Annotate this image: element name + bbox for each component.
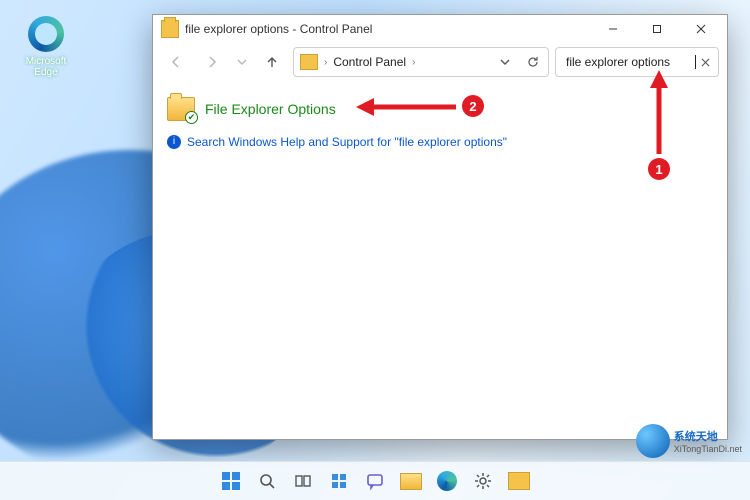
widgets-icon [330,472,348,490]
chat-icon [366,472,384,490]
close-button[interactable] [679,15,723,43]
search-icon [258,472,276,490]
desktop-shortcut-label: Microsoft Edge [16,56,76,78]
close-icon [701,58,710,67]
gear-icon [474,472,492,490]
chevron-right-icon[interactable]: › [324,57,327,68]
titlebar[interactable]: file explorer options - Control Panel [153,15,727,43]
address-bar[interactable]: › Control Panel › [293,47,549,77]
control-panel-taskbar-button[interactable] [505,467,533,495]
taskbar-search-button[interactable] [253,467,281,495]
folder-options-icon [167,97,195,121]
start-button[interactable] [217,467,245,495]
up-button[interactable] [257,48,287,76]
navigation-row: › Control Panel › [153,43,727,85]
search-result-item[interactable]: File Explorer Options [167,97,713,121]
refresh-button[interactable] [522,51,544,73]
address-dropdown-button[interactable] [494,51,516,73]
chevron-down-icon [237,57,247,67]
maximize-button[interactable] [635,15,679,43]
search-box[interactable] [555,47,719,77]
forward-arrow-icon [205,55,219,69]
task-view-button[interactable] [289,467,317,495]
edge-taskbar-button[interactable] [433,467,461,495]
edge-icon [437,471,457,491]
control-panel-icon [300,54,318,70]
chevron-down-icon [500,57,510,67]
search-input[interactable] [564,54,695,70]
taskbar[interactable] [0,461,750,500]
desktop: Microsoft Edge file explorer options - C… [0,0,750,500]
breadcrumb-segment[interactable]: Control Panel [333,55,406,69]
chat-button[interactable] [361,467,389,495]
control-panel-window: file explorer options - Control Panel [152,14,728,440]
control-panel-icon [161,20,179,38]
search-help-link[interactable]: i Search Windows Help and Support for "f… [167,135,713,149]
minimize-icon [608,24,618,34]
widgets-button[interactable] [325,467,353,495]
watermark: 系统天地 XiTongTianDi.net [636,424,742,458]
forward-button[interactable] [197,48,227,76]
results-pane: File Explorer Options i Search Windows H… [153,85,727,161]
edge-icon [28,16,64,52]
close-icon [696,24,706,34]
info-icon: i [167,135,181,149]
back-arrow-icon [169,55,183,69]
chevron-right-icon[interactable]: › [412,57,415,68]
maximize-icon [652,24,662,34]
task-view-icon [294,472,312,490]
clear-search-button[interactable] [696,53,714,71]
desktop-shortcut-edge[interactable]: Microsoft Edge [16,16,76,78]
folder-icon [400,473,422,490]
watermark-logo-icon [636,424,670,458]
settings-taskbar-button[interactable] [469,467,497,495]
watermark-url: XiTongTianDi.net [674,444,742,454]
windows-icon [221,471,241,491]
file-explorer-taskbar-button[interactable] [397,467,425,495]
window-title: file explorer options - Control Panel [185,22,372,36]
watermark-title: 系统天地 [674,428,742,444]
recent-locations-button[interactable] [233,48,251,76]
refresh-icon [527,56,539,68]
up-arrow-icon [265,55,279,69]
help-link-text: Search Windows Help and Support for "fil… [187,135,507,149]
result-link-file-explorer-options[interactable]: File Explorer Options [205,101,336,117]
back-button[interactable] [161,48,191,76]
minimize-button[interactable] [591,15,635,43]
control-panel-icon [508,472,530,490]
